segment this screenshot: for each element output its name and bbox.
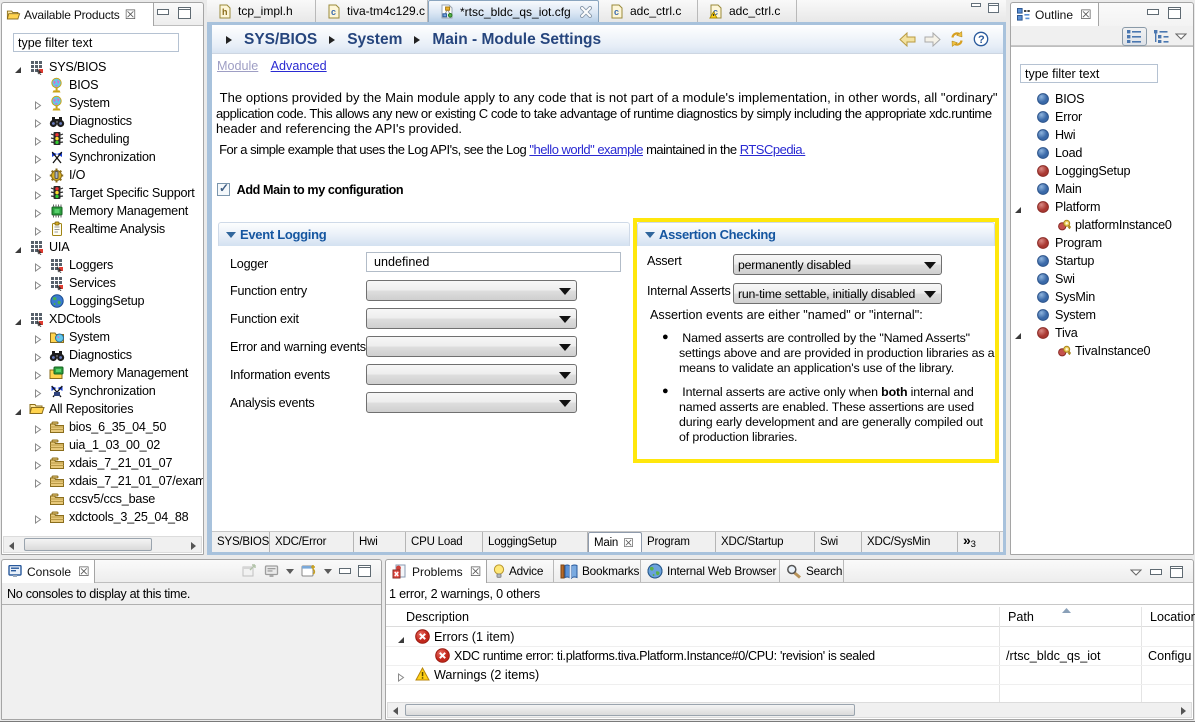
svg-text:c: c xyxy=(614,7,619,17)
svg-text:c: c xyxy=(331,7,336,17)
svg-text:h: h xyxy=(222,7,228,17)
svg-text:?: ? xyxy=(978,34,985,46)
